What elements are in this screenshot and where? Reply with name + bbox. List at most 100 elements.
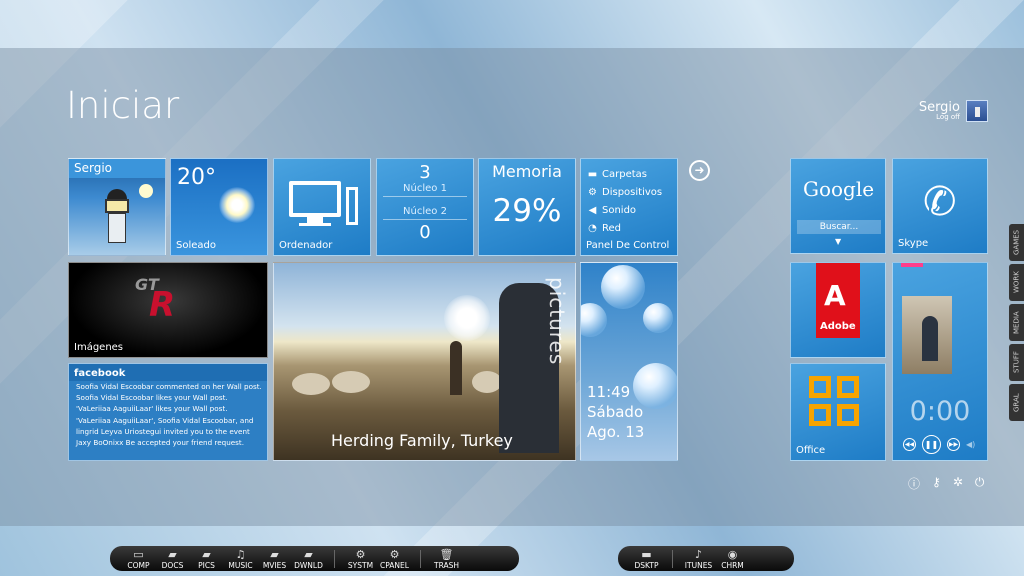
movies-folder-icon: ▰ (270, 547, 279, 561)
google-search-input[interactable]: Buscar... (797, 220, 881, 234)
lighthouse-image (99, 189, 135, 249)
clock-date: Ago. 13 (587, 423, 645, 441)
avatar[interactable] (966, 100, 988, 122)
system-icons: ⓘ ⚷ ✲ ⏻ (908, 475, 984, 492)
power-icon[interactable]: ⏻ (975, 475, 985, 492)
key-icon[interactable]: ⚷ (932, 475, 941, 492)
gears-icon: ⚙ (389, 547, 400, 561)
memory-tile[interactable]: Memoria 29% (478, 158, 576, 256)
moon-icon (139, 184, 153, 198)
facebook-title: facebook (69, 364, 267, 381)
dock-item-desktop[interactable]: ▬ DSKTP (632, 548, 661, 570)
facebook-notification: 'VaLeriiaa AaguiiLaar', Soofia Vidal Esc… (76, 415, 254, 425)
previous-icon[interactable]: ◀◀ (903, 438, 916, 451)
volume-icon[interactable]: ◀) (966, 440, 975, 449)
computer-tile[interactable]: Ordenador (273, 158, 371, 256)
music-player-tile[interactable]: 0:00 ◀◀ ❚❚ ▶▶ ◀) (892, 262, 988, 461)
control-panel-tile[interactable]: ▬ Carpetas ⚙ Dispositivos ◀ Sonido ◔ Red Pan… (580, 158, 678, 256)
weather-tile[interactable]: 20° Soleado (170, 158, 268, 256)
dock-left: ▭ COMP ▰ DOCS ▰ PICS ♫ MUSIC ▰ MVIES ▰ DWNLD ⚙… (110, 546, 519, 571)
page-title: Iniciar (66, 84, 180, 127)
photo-sun (444, 295, 490, 341)
clock-time: 11:49 (587, 383, 631, 401)
music-folder-icon: ♫ (235, 547, 246, 561)
loading-icon[interactable]: ✲ (953, 475, 963, 492)
dock-item-download[interactable]: ▰ DWNLD (294, 548, 323, 570)
dock-item-chrome[interactable]: ◉ CHRM (718, 548, 747, 570)
chrome-icon: ◉ (727, 547, 738, 561)
bubble-image (643, 303, 673, 333)
desktop-icon: ▬ (641, 547, 652, 561)
core2-label: Núcleo 2 (403, 206, 447, 217)
google-tile[interactable]: Google Buscar... ▼ (790, 158, 886, 254)
pictures-folder-icon: ▰ (202, 547, 211, 561)
core1-value: 3 (419, 162, 431, 183)
folder-icon: ▰ (168, 547, 177, 561)
download-folder-icon: ▰ (304, 547, 313, 561)
google-logo: Google (803, 177, 875, 201)
tab-gral[interactable]: GRAL (1009, 384, 1024, 421)
user-tile[interactable]: Sergio (68, 158, 166, 256)
dock-item-trash[interactable]: 🗑 TRASH (432, 548, 461, 570)
memory-value: 29% (492, 193, 562, 229)
bubble-image (581, 303, 607, 337)
tab-media[interactable]: MEDIA (1009, 304, 1024, 341)
cpanel-item-devices[interactable]: ⚙ Dispositivos (587, 183, 677, 201)
chevron-down-icon[interactable]: ▼ (835, 237, 841, 246)
clock-tile[interactable]: 11:49 Sábado Ago. 13 (580, 262, 678, 461)
memory-title: Memoria (492, 162, 562, 181)
dock-item-movies[interactable]: ▰ MVIES (260, 548, 289, 570)
music-time: 0:00 (909, 396, 971, 427)
info-icon[interactable]: ⓘ (908, 475, 920, 492)
core1-label: Núcleo 1 (403, 183, 447, 194)
dock-item-itunes[interactable]: ♪ ITUNES (684, 548, 713, 570)
itunes-icon: ♪ (694, 547, 703, 561)
cpu-tile[interactable]: 3 Núcleo 1 Núcleo 2 0 (376, 158, 474, 256)
dock-item-music[interactable]: ♫ MUSIC (226, 548, 255, 570)
pictures-vertical-label: pictures (545, 277, 569, 366)
cpanel-item-folders[interactable]: ▬ Carpetas (587, 165, 677, 183)
facebook-tile[interactable]: facebook Soofia Vidal Escoobar commented… (68, 363, 268, 461)
office-tile[interactable]: Office (790, 363, 886, 461)
sun-icon (219, 187, 255, 223)
arrow-right-icon[interactable]: ➜ (689, 160, 710, 181)
dock-item-system[interactable]: ⚙ SYSTM (346, 548, 375, 570)
photo-sheep (472, 371, 502, 393)
dock-item-docs[interactable]: ▰ DOCS (158, 548, 187, 570)
skype-label: Skype (898, 238, 929, 249)
wifi-icon: ◔ (588, 222, 597, 234)
side-tabs: GAMES WORK MEDIA STUFF GRAL (1009, 224, 1024, 424)
weather-temperature: 20° (177, 165, 216, 190)
skype-tile[interactable]: ✆ Skype (892, 158, 988, 254)
facebook-notification: 'VaLeriiaa AaguiiLaar' likes your Wall p… (76, 404, 228, 414)
clock-day: Sábado (587, 403, 644, 421)
cpanel-item-sound[interactable]: ◀ Sonido (587, 201, 677, 219)
folder-icon: ▬ (587, 168, 598, 180)
facebook-notification: Soofia Vidal Escoobar likes your Wall po… (76, 393, 228, 403)
phone-icon: ✆ (923, 179, 957, 225)
adobe-tile[interactable]: A Adobe (790, 262, 886, 358)
pictures-tile[interactable]: pictures Herding Family, Turkey (273, 262, 576, 461)
monitor-icon (289, 181, 341, 217)
dock-item-pics[interactable]: ▰ PICS (192, 548, 221, 570)
facebook-notification: Jaxy BoOnixx Be accepted your friend req… (76, 438, 245, 448)
pictures-caption: Herding Family, Turkey (331, 431, 513, 450)
computer-icon: ▭ (133, 547, 144, 561)
cpanel-item-network[interactable]: ◔ Red (587, 219, 677, 237)
dock-right: ▬ DSKTP ♪ ITUNES ◉ CHRM (618, 546, 794, 571)
tab-games[interactable]: GAMES (1009, 224, 1024, 261)
tab-stuff[interactable]: STUFF (1009, 344, 1024, 381)
dock-item-cpanel[interactable]: ⚙ CPANEL (380, 548, 409, 570)
images-tile[interactable]: GT R Imágenes (68, 262, 268, 358)
facebook-notification: lingrid Leyva Uriostegui invited you to … (76, 426, 250, 436)
gtr-logo-image: GT R (135, 275, 176, 325)
next-icon[interactable]: ▶▶ (947, 438, 960, 451)
pause-icon[interactable]: ❚❚ (922, 435, 941, 454)
control-panel-label: Panel De Control (586, 240, 670, 251)
facebook-notification: Soofia Vidal Escoobar commented on her W… (76, 382, 262, 391)
trash-icon: 🗑 (439, 547, 454, 561)
tab-work[interactable]: WORK (1009, 264, 1024, 301)
user-account[interactable]: Sergio Log off (919, 100, 988, 122)
bubble-image (601, 265, 645, 309)
dock-item-comp[interactable]: ▭ COMP (124, 548, 153, 570)
